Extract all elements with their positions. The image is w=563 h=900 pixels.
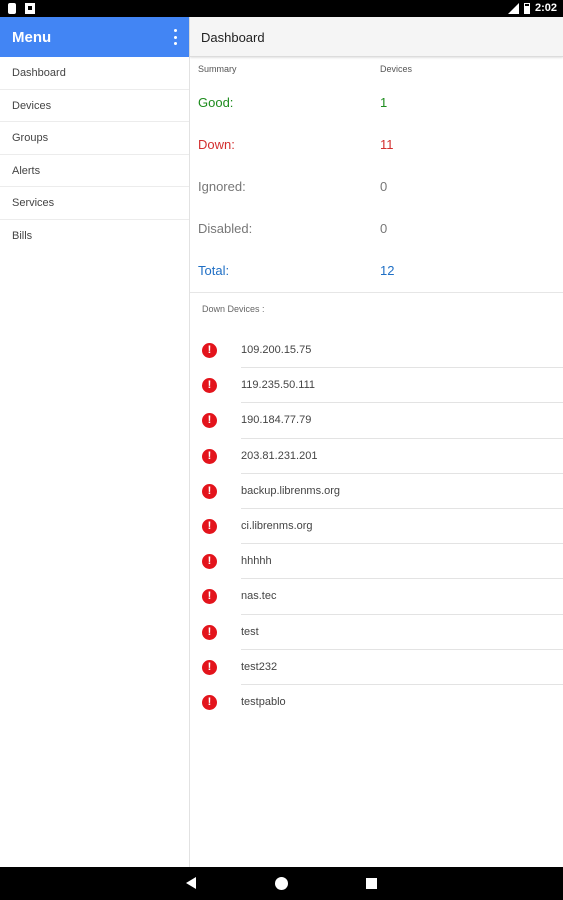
error-icon: !: [202, 413, 217, 429]
stat-row-down: Down: 11: [198, 137, 558, 157]
drawer-title: Menu: [12, 29, 52, 46]
error-icon: !: [202, 343, 217, 358]
error-icon: !: [202, 694, 217, 710]
stat-value-ignored: 0: [380, 179, 388, 194]
stat-label-ignored: Ignored:: [198, 179, 246, 194]
list-item[interactable]: ! nas.tec: [190, 579, 563, 615]
list-item[interactable]: ! 109.200.15.75: [190, 333, 563, 369]
menu-item-devices[interactable]: Devices: [0, 90, 189, 122]
list-item[interactable]: ! ci.librenms.org: [190, 509, 563, 545]
phone-icon: [8, 3, 16, 14]
status-right-icons: 2:02: [507, 2, 557, 14]
device-name: ci.librenms.org: [241, 519, 313, 532]
status-left-icons: [8, 3, 35, 14]
list-item[interactable]: ! backup.librenms.org: [190, 474, 563, 509]
toolbar: Dashboard: [190, 17, 563, 57]
stat-label-disabled: Disabled:: [198, 221, 253, 236]
home-icon[interactable]: [275, 877, 288, 890]
device-name: test: [241, 625, 259, 638]
error-icon: !: [202, 659, 217, 675]
error-icon: !: [202, 518, 217, 534]
device-name: 203.81.231.201: [241, 449, 318, 462]
menu-item-alerts[interactable]: Alerts: [0, 155, 189, 187]
down-devices-list: ! 109.200.15.75 ! 119.235.50.111 ! 190.1…: [190, 333, 563, 720]
stat-value-total: 12: [380, 263, 395, 278]
signal-icon: [507, 2, 519, 14]
device-name: hhhhh: [241, 555, 272, 568]
stat-value-disabled: 0: [380, 221, 388, 236]
system-nav-bar: [0, 867, 563, 900]
menu-item-groups[interactable]: Groups: [0, 122, 189, 155]
overflow-menu-icon[interactable]: [171, 29, 179, 45]
stat-row-total: Total: 12: [198, 263, 558, 283]
device-name: 109.200.15.75: [241, 344, 312, 356]
page-title: Dashboard: [201, 30, 265, 45]
list-item[interactable]: ! test232: [190, 650, 563, 685]
navigation-drawer: Menu Dashboard Devices Groups Alerts Ser…: [0, 17, 190, 867]
stat-label-total: Total:: [198, 263, 230, 278]
error-icon: !: [202, 483, 217, 499]
summary-divider: [190, 292, 563, 293]
stat-label-good: Good:: [198, 95, 234, 110]
list-item[interactable]: ! 190.184.77.79: [190, 403, 563, 439]
back-icon[interactable]: [186, 877, 196, 889]
device-name: backup.librenms.org: [241, 484, 341, 497]
error-icon: !: [202, 624, 217, 640]
main-content: Dashboard Summary Devices Good: 1 Down: …: [190, 17, 563, 867]
menu-item-dashboard[interactable]: Dashboard: [0, 57, 189, 90]
stat-value-down: 11: [380, 137, 394, 152]
list-item[interactable]: ! testpablo: [190, 685, 563, 720]
status-bar: 2:02: [0, 0, 563, 17]
summary-column-header: Summary: [198, 64, 237, 74]
battery-icon: [523, 2, 530, 14]
device-name: test232: [241, 660, 278, 673]
stat-value-good: 1: [380, 95, 388, 110]
list-item[interactable]: ! hhhhh: [190, 544, 563, 580]
stat-row-good: Good: 1: [198, 95, 558, 115]
down-devices-title: Down Devices :: [202, 304, 265, 314]
device-name: 119.235.50.111: [241, 379, 316, 392]
menu-item-services[interactable]: Services: [0, 187, 189, 220]
error-icon: !: [202, 554, 217, 570]
device-name: testpablo: [241, 695, 286, 708]
list-item[interactable]: ! 119.235.50.111: [190, 368, 563, 404]
error-icon: !: [202, 589, 217, 605]
recents-icon[interactable]: [366, 878, 377, 889]
error-icon: !: [202, 378, 217, 394]
list-item[interactable]: ! 203.81.231.201: [190, 439, 563, 474]
list-item[interactable]: ! test: [190, 615, 563, 650]
device-name: 190.184.77.79: [241, 414, 312, 427]
stat-row-ignored: Ignored: 0: [198, 179, 558, 199]
error-icon: !: [202, 448, 217, 464]
devices-column-header: Devices: [380, 64, 413, 74]
stat-row-disabled: Disabled: 0: [198, 221, 558, 241]
menu-item-bills[interactable]: Bills: [0, 220, 189, 253]
drawer-header: Menu: [0, 17, 189, 57]
image-icon: [25, 3, 35, 14]
stat-label-down: Down:: [198, 137, 235, 152]
drawer-menu: Dashboard Devices Groups Alerts Services…: [0, 57, 189, 252]
device-name: nas.tec: [241, 590, 277, 603]
status-time: 2:02: [534, 2, 557, 14]
